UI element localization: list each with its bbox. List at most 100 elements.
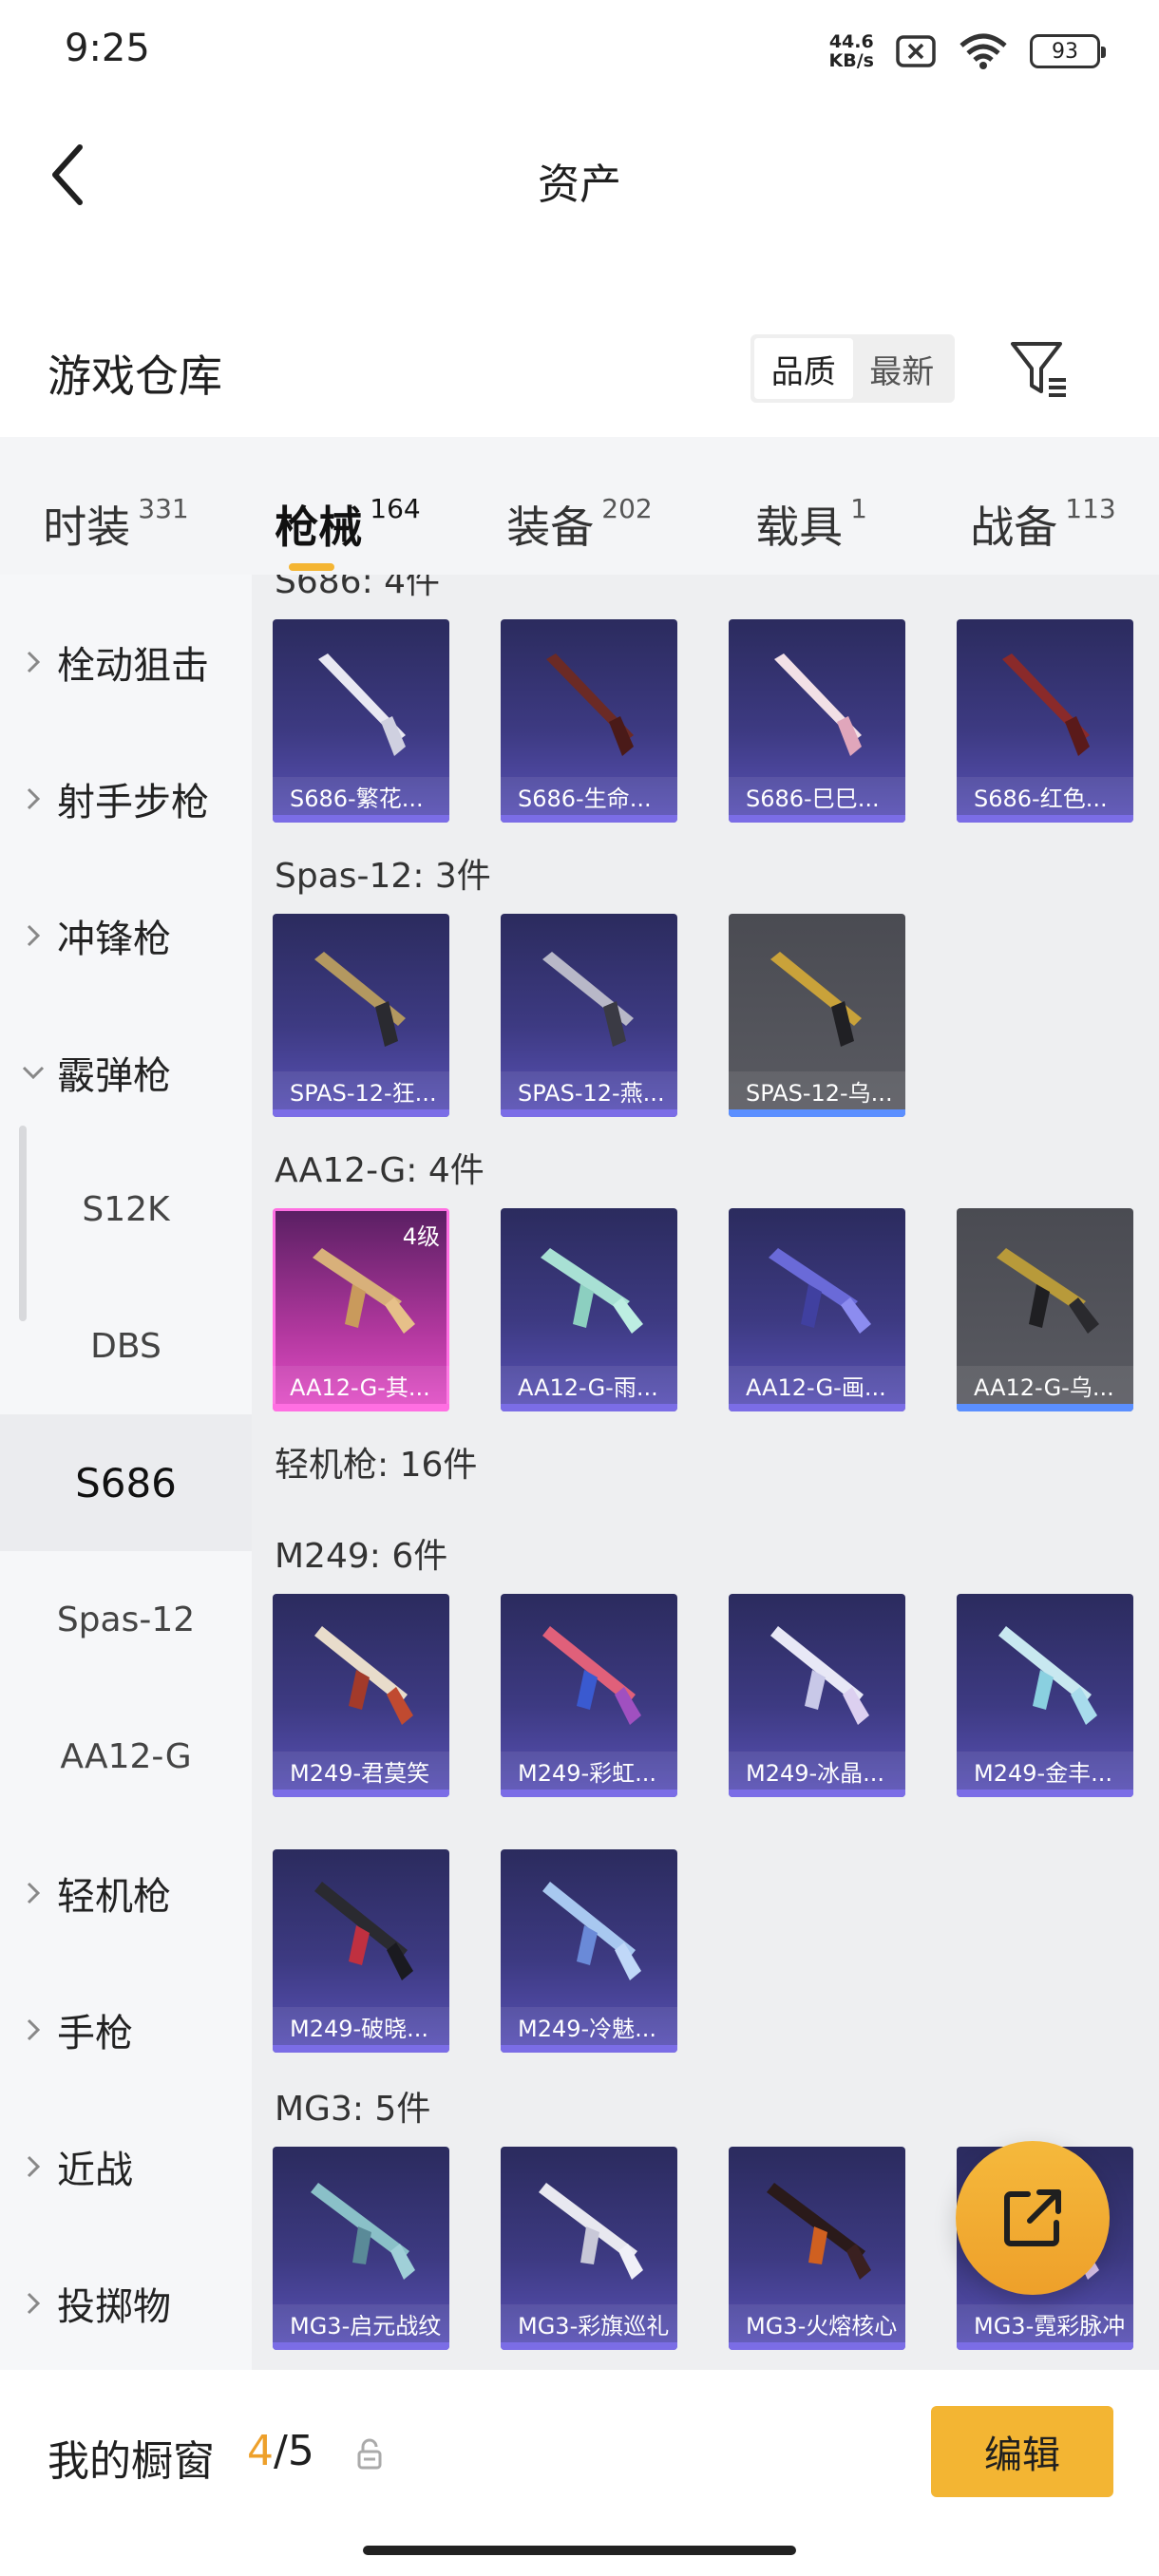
tab-fashion[interactable]: 时装 331 — [0, 459, 232, 554]
machine-gun-icon — [314, 1882, 413, 1980]
tab-count: 1 — [850, 492, 867, 524]
weapon-card-label: M249-破晓... — [273, 2007, 449, 2045]
showcase-label: 我的橱窗 — [48, 2437, 215, 2486]
tab-equipment[interactable]: 装备 202 — [464, 459, 695, 554]
weapon-card[interactable]: S686-红色... — [957, 619, 1133, 823]
group-title: 轻机枪: 16件 — [275, 1446, 478, 1485]
shotgun-icon — [546, 653, 634, 756]
sidebar-subitem-s12k[interactable]: S12K — [0, 1141, 252, 1278]
app-header: 资产 — [0, 104, 1159, 247]
chevron-right-icon — [0, 2292, 57, 2315]
status-icons: 44.6 KB/s 93 — [829, 27, 1106, 76]
weapon-card[interactable]: S686-生命... — [501, 619, 677, 823]
warehouse-title: 游戏仓库 — [48, 350, 222, 402]
page-title: 资产 — [538, 161, 621, 209]
sidebar-item-melee[interactable]: 近战 — [0, 2098, 252, 2235]
weapon-card[interactable]: M249-冷魅... — [501, 1849, 677, 2053]
weapon-card[interactable]: SPAS-12-乌... — [729, 914, 905, 1117]
sidebar-item-label: 手枪 — [57, 2012, 133, 2055]
shotgun-icon — [1002, 653, 1090, 756]
weapon-card[interactable]: AA12-G-乌... — [957, 1208, 1133, 1411]
section-title: M249: 6件 — [275, 1537, 448, 1576]
rifle-icon — [541, 1248, 643, 1334]
weapon-card[interactable]: MG3-火熔核心 — [729, 2147, 905, 2350]
weapon-card-label: SPAS-12-乌... — [729, 1071, 905, 1109]
weapon-card[interactable]: M249-彩虹... — [501, 1594, 677, 1797]
sidebar-item-throwable[interactable]: 投掷物 — [0, 2235, 252, 2370]
weapon-card[interactable]: M249-金丰... — [957, 1594, 1133, 1797]
weapon-card-label: S686-繁花... — [273, 777, 449, 815]
sidebar-item-marksman-rifle[interactable]: 射手步枪 — [0, 730, 252, 867]
sidebar-item-label: 栓动狙击 — [57, 644, 209, 688]
sidebar-item-label: 轻机枪 — [57, 1875, 171, 1919]
weapon-card[interactable]: S686-繁花... — [273, 619, 449, 823]
battery-level: 93 — [1052, 39, 1078, 64]
sidebar-item-pistol[interactable]: 手枪 — [0, 1961, 252, 2098]
sort-option-quality[interactable]: 品质 — [754, 338, 853, 399]
machine-gun-icon — [542, 1626, 641, 1725]
tab-label: 时装 — [43, 501, 131, 553]
wifi-icon — [960, 33, 1007, 69]
tab-label: 战备 — [970, 501, 1058, 553]
sort-option-newest[interactable]: 最新 — [853, 338, 952, 399]
filter-button[interactable] — [1007, 336, 1072, 403]
weapon-card-label: AA12-G-其... — [273, 1366, 449, 1404]
weapon-card-label: MG3-霓彩脉冲 — [957, 2304, 1133, 2342]
showcase-separator: / — [274, 2427, 288, 2475]
sidebar-subitem-spas12[interactable]: Spas-12 — [0, 1551, 252, 1688]
weapon-card-label: AA12-G-画... — [729, 1366, 905, 1404]
tab-vehicles[interactable]: 载具 1 — [695, 459, 927, 554]
showcase-total: 5 — [287, 2427, 314, 2475]
share-button[interactable] — [956, 2141, 1110, 2295]
weapon-card[interactable]: S686-巳巳... — [729, 619, 905, 823]
weapon-card-label: S686-红色... — [957, 777, 1133, 815]
sidebar-item-lmg[interactable]: 轻机枪 — [0, 1825, 252, 1961]
rifle-icon — [769, 1248, 871, 1334]
weapon-card[interactable]: SPAS-12-狂... — [273, 914, 449, 1117]
showcase-count: 4/5 — [247, 2427, 314, 2475]
section-title: Spas-12: 3件 — [275, 857, 491, 896]
battery-icon: 93 — [1030, 34, 1106, 68]
weapon-card[interactable]: 4级 AA12-G-其... — [273, 1208, 449, 1411]
tab-combat-gear[interactable]: 战备 113 — [927, 459, 1159, 554]
weapon-card[interactable]: M249-君莫笑 — [273, 1594, 449, 1797]
weapon-card[interactable]: MG3-启元战纹 — [273, 2147, 449, 2350]
tab-label: 装备 — [506, 501, 595, 553]
weapon-card[interactable]: MG3-彩旗巡礼 — [501, 2147, 677, 2350]
machine-gun-icon — [542, 1882, 641, 1980]
chevron-right-icon — [0, 2155, 57, 2178]
sidebar-item-shotgun[interactable]: 霰弹枪 — [0, 1004, 252, 1141]
section-title: S686: 4件 — [275, 575, 441, 601]
shotgun-icon — [318, 653, 406, 756]
sidebar-item-label: 近战 — [57, 2149, 133, 2192]
tab-count: 113 — [1065, 492, 1116, 524]
weapon-card[interactable]: M249-破晓... — [273, 1849, 449, 2053]
shotgun-icon — [774, 653, 862, 756]
edit-button[interactable]: 编辑 — [931, 2406, 1113, 2497]
weapon-card[interactable]: M249-冰晶... — [729, 1594, 905, 1797]
weapon-card-label: M249-金丰... — [957, 1752, 1133, 1790]
tab-label: 枪械 — [275, 501, 363, 553]
weapon-card-label: S686-巳巳... — [729, 777, 905, 815]
sidebar-item-smg[interactable]: 冲锋枪 — [0, 867, 252, 1004]
machine-gun-icon — [314, 1626, 413, 1725]
share-icon — [1004, 2189, 1061, 2246]
sidebar-subitem-aa12g[interactable]: AA12-G — [0, 1688, 252, 1825]
sidebar-item-bolt-action-sniper[interactable]: 栓动狙击 — [0, 594, 252, 730]
sidebar-subitem-s686[interactable]: S686 — [0, 1414, 252, 1551]
weapon-card-label: SPAS-12-狂... — [273, 1071, 449, 1109]
sidebar-subitem-dbs[interactable]: DBS — [0, 1278, 252, 1414]
sidebar-item-label: 投掷物 — [57, 2285, 171, 2329]
weapon-card[interactable]: AA12-G-雨... — [501, 1208, 677, 1411]
machine-gun-icon — [998, 1626, 1097, 1725]
weapon-card-label: M249-冰晶... — [729, 1752, 905, 1790]
tab-weapons[interactable]: 枪械 164 — [232, 459, 464, 554]
home-indicator[interactable] — [363, 2546, 796, 2555]
weapon-card-label: M249-君莫笑 — [273, 1752, 449, 1790]
section-title: MG3: 5件 — [275, 2090, 431, 2129]
weapon-card[interactable]: SPAS-12-燕... — [501, 914, 677, 1117]
weapon-card[interactable]: AA12-G-画... — [729, 1208, 905, 1411]
rifle-icon — [313, 1248, 415, 1334]
tab-count: 331 — [138, 492, 189, 524]
chevron-right-icon — [0, 924, 57, 947]
